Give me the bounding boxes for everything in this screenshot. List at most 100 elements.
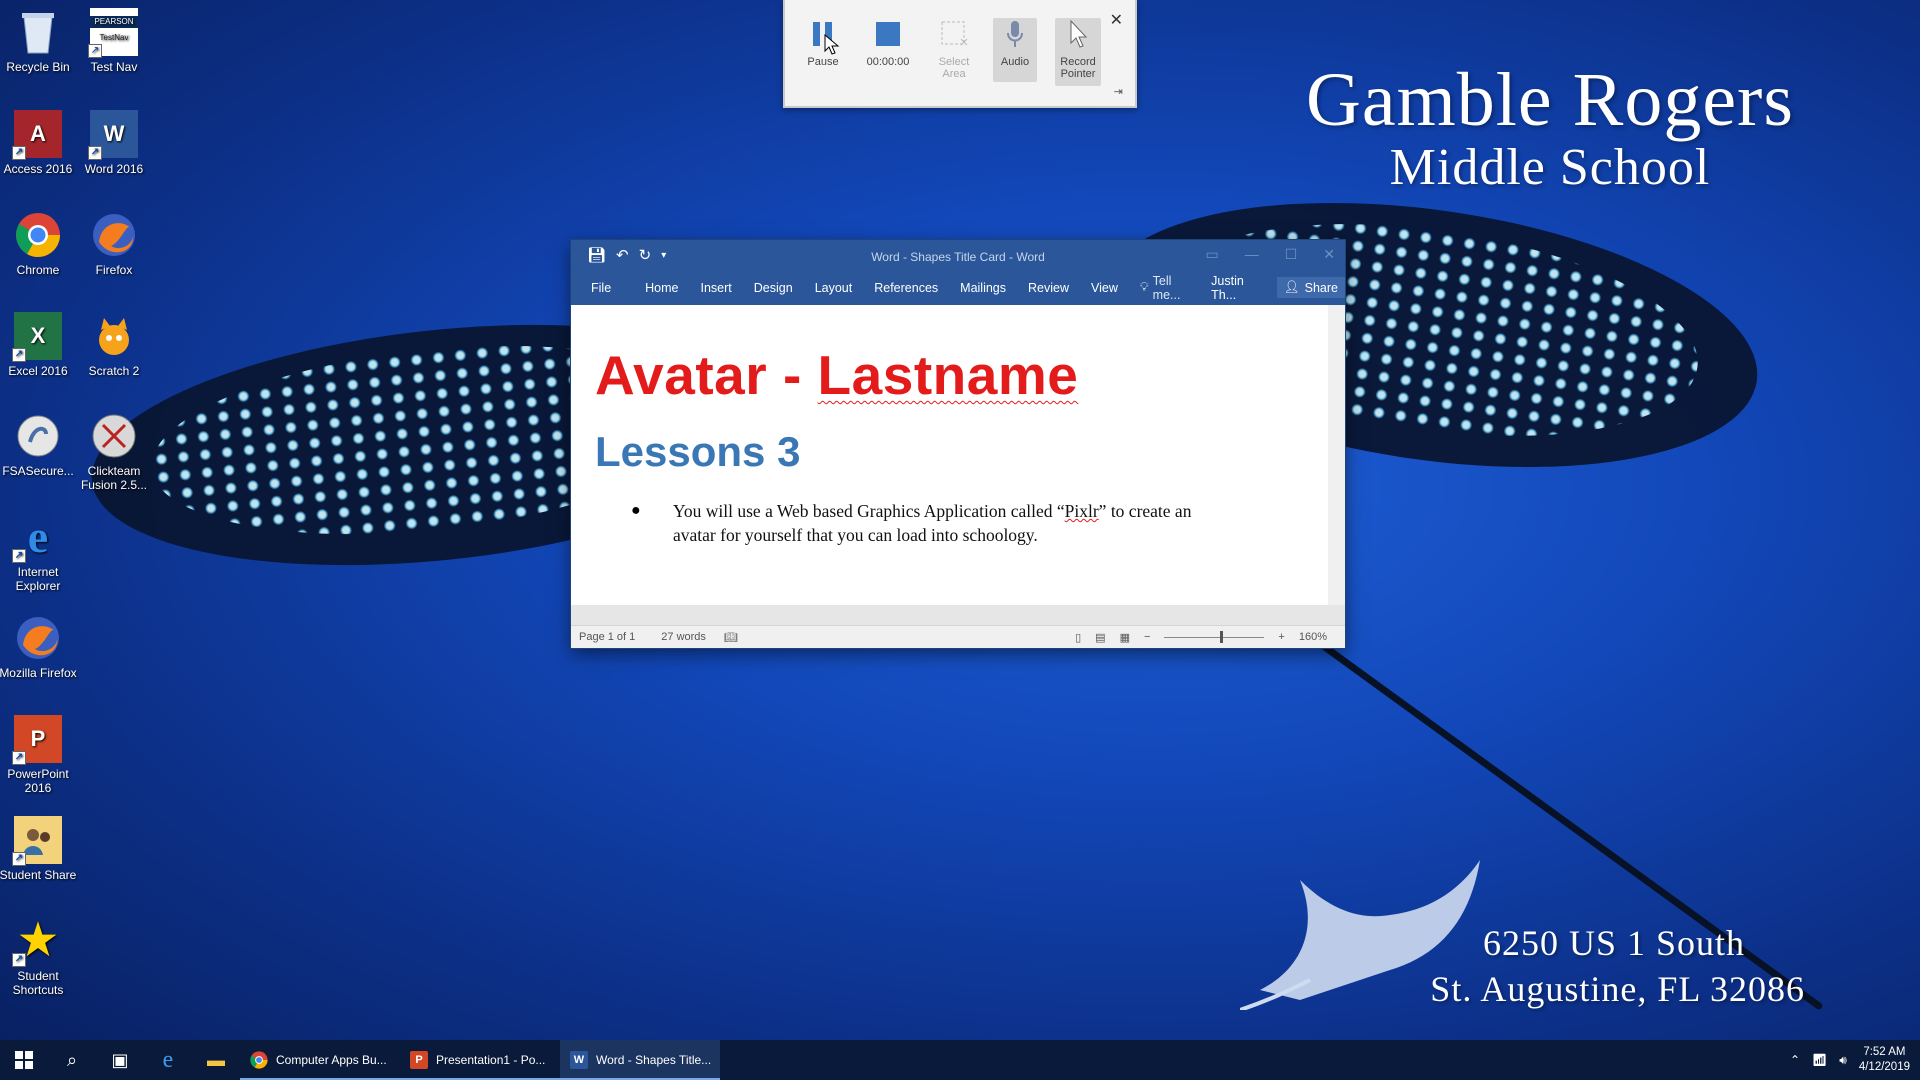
stop-button[interactable]: 00:00:00 bbox=[860, 18, 916, 82]
desktop-icon-label: Access 2016 bbox=[3, 162, 73, 176]
desktop-icon-label: Clickteam Fusion 2.5... bbox=[80, 464, 148, 492]
zoom-out-icon[interactable]: − bbox=[1144, 631, 1150, 643]
internet-explorer-icon: e ↗ bbox=[12, 513, 62, 563]
record-pointer-button[interactable]: Record Pointer bbox=[1055, 18, 1101, 86]
tab-review[interactable]: Review bbox=[1028, 281, 1069, 295]
desktop-icon-test-nav[interactable]: PEARSON TestNav ↗ Test Nav bbox=[74, 8, 154, 74]
desktop-icon-chrome[interactable]: Chrome bbox=[0, 211, 78, 277]
title-prefix: Avatar - bbox=[595, 344, 818, 406]
show-hidden-icons-icon[interactable]: ⌃ bbox=[1790, 1053, 1800, 1067]
fsasecure-icon bbox=[14, 412, 62, 460]
volume-icon[interactable]: 🔊︎ bbox=[1839, 1053, 1847, 1068]
audio-label: Audio bbox=[1000, 56, 1030, 68]
desktop-icon-mozilla-firefox[interactable]: Mozilla Firefox bbox=[0, 614, 78, 680]
file-explorer-icon[interactable]: ▬ bbox=[192, 1040, 240, 1080]
desktop-icon-firefox[interactable]: Firefox bbox=[74, 211, 154, 277]
taskbar-app-powerpoint[interactable]: P Presentation1 - Po... bbox=[400, 1040, 560, 1080]
desktop-icon-fsasecure[interactable]: FSASecure... bbox=[0, 412, 78, 478]
tab-view[interactable]: View bbox=[1091, 281, 1118, 295]
word-icon: W bbox=[570, 1051, 588, 1069]
read-mode-icon[interactable]: ▯ bbox=[1075, 631, 1081, 644]
school-name: Gamble Rogers Middle School bbox=[1280, 60, 1820, 196]
edge-icon[interactable]: e bbox=[144, 1040, 192, 1080]
recycle-bin-icon bbox=[14, 8, 62, 56]
desktop-icon-internet-explorer[interactable]: e ↗ Internet Explorer bbox=[0, 513, 78, 593]
close-window-icon[interactable]: ✕ bbox=[1323, 246, 1335, 263]
word-window: 💾︎ ↶ ↻ ▾ Word - Shapes Title Card - Word… bbox=[571, 240, 1345, 648]
desktop-icon-access[interactable]: A ↗ Access 2016 bbox=[0, 110, 78, 176]
desktop-icon-excel[interactable]: X ↗ Excel 2016 bbox=[0, 312, 78, 378]
network-icon[interactable]: 📶︎ bbox=[1812, 1053, 1827, 1067]
tab-references[interactable]: References bbox=[874, 281, 938, 295]
zoom-in-icon[interactable]: + bbox=[1278, 631, 1284, 643]
task-view-icon[interactable]: ▣ bbox=[96, 1040, 144, 1080]
page-count[interactable]: Page 1 of 1 bbox=[579, 631, 635, 643]
tab-insert[interactable]: Insert bbox=[701, 281, 732, 295]
pin-icon[interactable]: ⇥ bbox=[1114, 85, 1123, 98]
desktop-icon-label: Word 2016 bbox=[84, 162, 144, 176]
tab-file[interactable]: File bbox=[591, 281, 611, 295]
desktop-icon-scratch[interactable]: Scratch 2 bbox=[74, 312, 154, 378]
desktop-icon-recycle-bin[interactable]: Recycle Bin bbox=[0, 8, 78, 74]
zoom-slider[interactable] bbox=[1164, 630, 1265, 643]
share-button[interactable]: 👤︎ Share bbox=[1276, 277, 1345, 298]
document-page[interactable]: Avatar - Lastname Lessons 3 ● You will u… bbox=[571, 305, 1328, 605]
taskbar-app-chrome[interactable]: Computer Apps Bu... bbox=[240, 1040, 400, 1080]
tell-me-label: Tell me... bbox=[1152, 273, 1181, 302]
user-account[interactable]: Justin Th... bbox=[1211, 274, 1267, 302]
document-subtitle[interactable]: Lessons 3 bbox=[595, 427, 1304, 477]
proofing-icon[interactable]: 📖︎ bbox=[724, 631, 738, 644]
testnav-brand: PEARSON bbox=[90, 16, 138, 28]
firefox-icon bbox=[90, 211, 138, 259]
desktop-icon-powerpoint[interactable]: P ↗ PowerPoint 2016 bbox=[0, 715, 78, 795]
tab-mailings[interactable]: Mailings bbox=[960, 281, 1006, 295]
recording-timer: 00:00:00 bbox=[866, 56, 910, 68]
address-line1: 6250 US 1 South bbox=[1482, 923, 1745, 963]
print-layout-icon[interactable]: ▤ bbox=[1095, 631, 1105, 644]
taskbar-app-label: Word - Shapes Title... bbox=[596, 1053, 712, 1067]
maximize-icon[interactable]: ☐ bbox=[1285, 246, 1298, 263]
clock[interactable]: 7:52 AM 4/12/2019 bbox=[1859, 1045, 1910, 1075]
document-title[interactable]: Avatar - Lastname bbox=[595, 343, 1304, 407]
zoom-slider-thumb[interactable] bbox=[1220, 630, 1224, 643]
desktop-icon-clickteam[interactable]: Clickteam Fusion 2.5... bbox=[74, 412, 154, 492]
zoom-level[interactable]: 160% bbox=[1299, 631, 1327, 643]
powerpoint-icon: P ↗ bbox=[12, 715, 62, 765]
taskbar-app-label: Presentation1 - Po... bbox=[436, 1053, 546, 1067]
taskbar-app-word[interactable]: W Word - Shapes Title... bbox=[560, 1040, 720, 1080]
audio-button[interactable]: Audio bbox=[993, 18, 1037, 82]
ribbon-display-icon[interactable]: ▭ bbox=[1205, 246, 1218, 263]
desktop-icon-student-share[interactable]: ↗ Student Share bbox=[0, 816, 78, 882]
desktop-icon-label: FSASecure... bbox=[2, 464, 74, 478]
web-layout-icon[interactable]: ▦ bbox=[1120, 631, 1130, 644]
pointer-icon bbox=[1055, 18, 1101, 50]
vertical-scrollbar[interactable] bbox=[1328, 305, 1345, 605]
minimize-icon[interactable]: — bbox=[1245, 246, 1259, 263]
pause-label: Pause bbox=[807, 56, 839, 68]
tell-me-box[interactable]: 💡︎ Tell me... bbox=[1140, 274, 1197, 302]
clock-time: 7:52 AM bbox=[1863, 1046, 1906, 1058]
lightbulb-icon: 💡︎ bbox=[1139, 280, 1149, 294]
desktop-icon-label: Student Share bbox=[0, 868, 77, 882]
tab-layout[interactable]: Layout bbox=[815, 281, 853, 295]
taskbar: ⌕ ▣ e ▬ Computer Apps Bu... P Presentati… bbox=[0, 1040, 1920, 1080]
desktop-icon-word[interactable]: W ↗ Word 2016 bbox=[74, 110, 154, 176]
tab-design[interactable]: Design bbox=[754, 281, 793, 295]
microphone-icon bbox=[993, 18, 1037, 50]
pause-button[interactable]: Pause bbox=[795, 18, 851, 82]
student-share-icon: ↗ bbox=[12, 816, 62, 866]
stop-icon bbox=[860, 18, 916, 50]
start-button[interactable] bbox=[0, 1040, 48, 1080]
tab-home[interactable]: Home bbox=[645, 281, 678, 295]
desktop-icon-student-shortcuts[interactable]: ★ ↗ Student Shortcuts bbox=[0, 917, 78, 997]
school-address: 6250 US 1 South St. Augustine, FL 32086 bbox=[1360, 920, 1805, 1012]
chrome-icon bbox=[14, 211, 62, 259]
bullet-item[interactable]: ● You will use a Web based Graphics Appl… bbox=[631, 499, 1304, 547]
search-icon[interactable]: ⌕ bbox=[48, 1040, 96, 1080]
word-count[interactable]: 27 words bbox=[661, 631, 706, 643]
person-icon: 👤︎ bbox=[1283, 280, 1300, 294]
scratch-icon bbox=[90, 312, 138, 360]
select-area-button[interactable]: Select Area bbox=[926, 18, 982, 82]
close-icon[interactable]: ✕ bbox=[1110, 10, 1123, 30]
mozilla-firefox-icon bbox=[14, 614, 62, 662]
